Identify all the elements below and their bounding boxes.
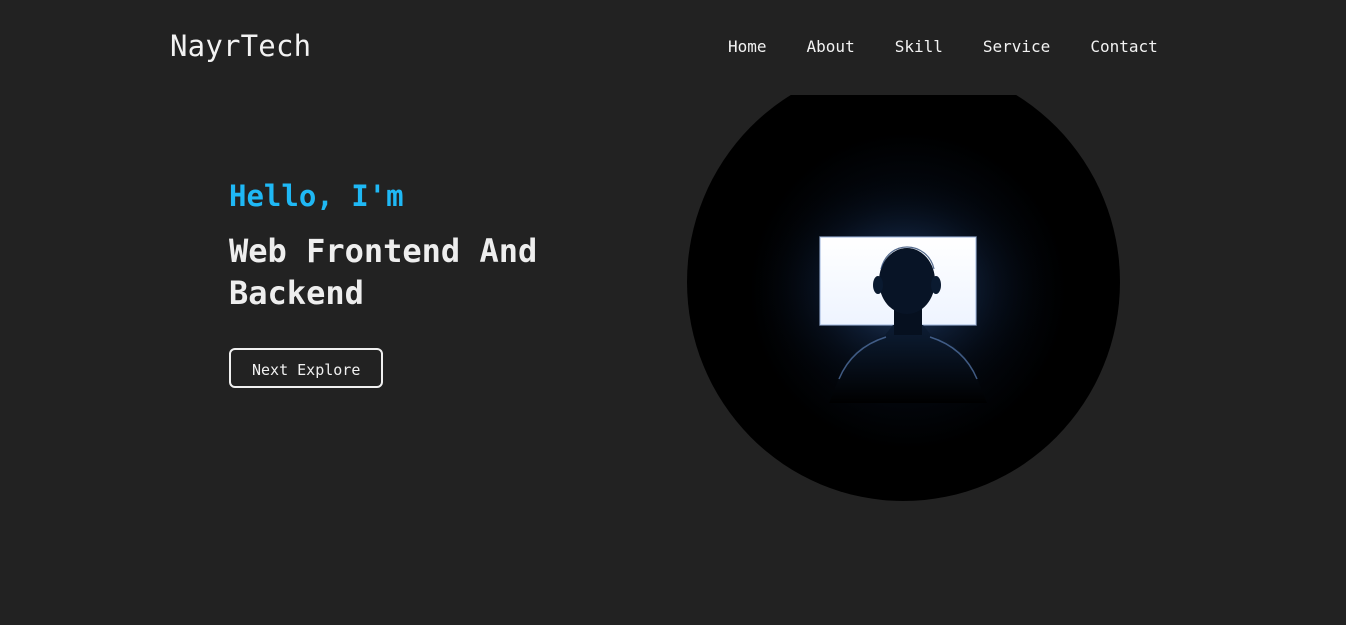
hero-section: Hello, I'm Web Frontend And Backend Next…	[229, 176, 609, 388]
next-explore-button[interactable]: Next Explore	[229, 348, 384, 388]
main-nav: Home About Skill Service Contact	[728, 36, 1158, 58]
hero-headline: Web Frontend And Backend	[229, 232, 538, 312]
brand-logo[interactable]: NayrTech	[170, 28, 311, 64]
nav-link-skill[interactable]: Skill	[895, 36, 943, 58]
page: NayrTech Home About Skill Service Contac…	[0, 0, 1346, 625]
nav-link-contact[interactable]: Contact	[1090, 36, 1157, 58]
nav-link-home[interactable]: Home	[728, 36, 767, 58]
nav-link-service[interactable]: Service	[983, 36, 1050, 58]
hero-image-frame	[687, 95, 1120, 501]
nav-link-about[interactable]: About	[807, 36, 855, 58]
hero-image	[687, 95, 1120, 501]
silhouette-at-screen-illustration	[753, 167, 1053, 407]
hero-greeting: Hello, I'm	[229, 179, 404, 213]
